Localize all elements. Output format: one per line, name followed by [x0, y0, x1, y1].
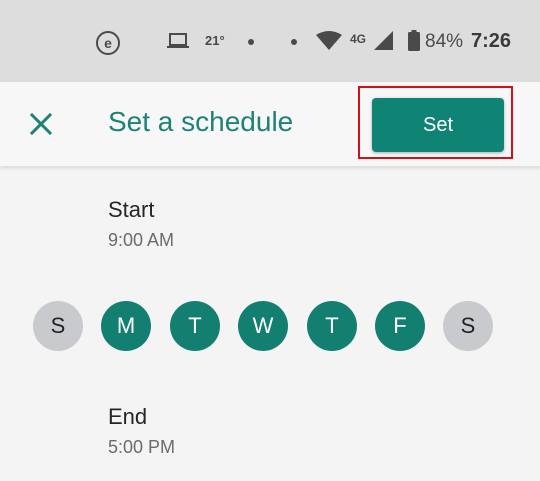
temperature-text: 21°	[205, 33, 225, 48]
network-type-text: 4G	[350, 32, 367, 46]
end-time-value[interactable]: 5:00 PM	[108, 437, 175, 458]
notification-dot-icon	[291, 39, 297, 45]
close-icon[interactable]	[26, 109, 56, 139]
day-toggle-monday[interactable]: M	[101, 301, 151, 351]
day-toggle-wednesday[interactable]: W	[238, 301, 288, 351]
day-toggle-saturday[interactable]: S	[443, 301, 493, 351]
set-button[interactable]: Set	[372, 98, 504, 152]
day-toggle-thursday[interactable]: T	[307, 301, 357, 351]
cell-signal-icon	[374, 31, 393, 50]
clock-time: 7:26	[471, 30, 512, 52]
start-time-value[interactable]: 9:00 AM	[108, 230, 174, 251]
day-toggle-friday[interactable]: F	[375, 301, 425, 351]
start-label[interactable]: Start	[108, 197, 154, 223]
day-toggle-tuesday[interactable]: T	[170, 301, 220, 351]
end-label[interactable]: End	[108, 404, 147, 430]
battery-icon	[408, 30, 420, 51]
laptop-icon	[167, 33, 189, 48]
battery-percent-text: 84%	[425, 31, 464, 52]
app-bar: Set a schedule Set	[0, 82, 540, 166]
status-bar: e 21° 4G 84% 7:26	[0, 0, 540, 82]
notification-e-icon: e	[96, 31, 120, 55]
day-toggle-sunday[interactable]: S	[33, 301, 83, 351]
page-title: Set a schedule	[108, 106, 294, 137]
notification-dot-icon	[248, 39, 254, 45]
wifi-icon	[316, 31, 342, 50]
